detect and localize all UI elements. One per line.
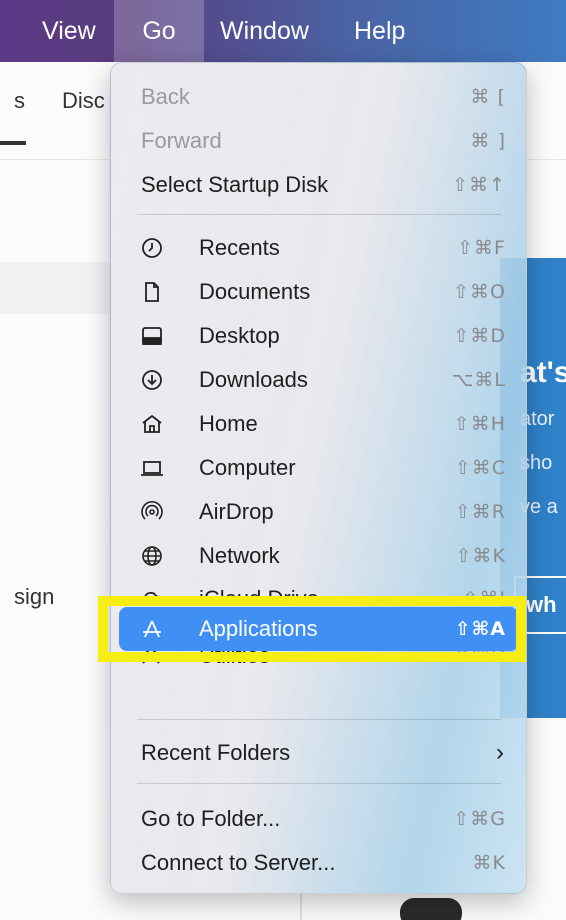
clock-icon [139,235,165,261]
menu-item-connect-to-server[interactable]: Connect to Server... ⌘K [119,841,518,885]
menu-item-shortcut: ⇧⌘R [454,501,506,523]
menu-item-shortcut: ⇧⌘O [453,281,506,303]
airdrop-icon [139,499,165,525]
tab-underline [0,141,26,145]
menu-item-label: Recents [199,235,280,260]
laptop-icon [139,455,165,481]
menu-item-airdrop[interactable]: AirDrop ⇧⌘R [119,490,518,534]
menu-item-shortcut: ⇧⌘H [453,413,506,435]
menubar-item-window[interactable]: Window [208,0,321,62]
menu-item-recent-folders[interactable]: Recent Folders › [119,731,518,775]
menu-item-downloads[interactable]: Downloads ⌥⌘L [119,358,518,402]
menu-item-label: Recent Folders [141,740,291,765]
menu-item-label: Go to Folder... [141,806,281,831]
menu-item-label: Home [199,411,258,436]
menu-item-shortcut: ⇧⌘G [453,808,506,830]
menu-item-shortcut: ⇧⌘↑ [452,174,506,196]
menu-item-label: Desktop [199,323,280,348]
home-icon [139,411,165,437]
menu-item-documents[interactable]: Documents ⇧⌘O [119,270,518,314]
menubar-item-help[interactable]: Help [342,0,417,62]
menu-item-label: AirDrop [199,499,274,524]
menu-item-label: Documents [199,279,311,304]
menu-item-forward[interactable]: Forward ⌘ ] [119,119,518,163]
background-text: sign [14,584,55,609]
menu-item-label: Downloads [199,367,308,392]
menu-item-home[interactable]: Home ⇧⌘H [119,402,518,446]
menu-bar: View Go Window Help [0,0,566,62]
menu-item-shortcut: ⌘ ] [470,130,506,152]
menu-separator [137,783,501,784]
menubar-item-go[interactable]: Go [114,0,204,62]
globe-icon [139,543,165,569]
menu-item-label: Computer [199,455,296,480]
menu-item-network[interactable]: Network ⇧⌘K [119,534,518,578]
menu-separator [137,214,501,215]
menu-item-computer[interactable]: Computer ⇧⌘C [119,446,518,490]
menu-item-select-startup-disk[interactable]: Select Startup Disk ⇧⌘↑ [119,163,518,207]
menu-item-label: Connect to Server... [141,850,336,875]
menu-item-shortcut: ⇧⌘C [454,457,506,479]
menu-item-back[interactable]: Back ⌘ [ [119,75,518,119]
chevron-right-icon: › [496,739,504,766]
menu-item-desktop[interactable]: Desktop ⇧⌘D [119,314,518,358]
menu-item-label: Select Startup Disk [141,172,329,197]
menu-item-shortcut: ⌘K [472,852,506,874]
desktop-icon [139,323,165,349]
background-tab[interactable]: s [14,88,25,114]
go-menu: Back ⌘ [ Forward ⌘ ] Select Startup Disk… [110,62,527,894]
background-tab[interactable]: Disc [62,88,105,114]
menubar-item-view[interactable]: View [30,0,108,62]
download-icon [139,367,165,393]
screen: s Disc sign at's ator sho ve a wh View G… [0,0,566,920]
menu-item-shortcut: ⇧⌘D [453,325,506,347]
menu-item-label: Network [199,543,280,568]
background-button[interactable] [400,898,462,920]
menu-item-shortcut: ⇧⌘F [457,237,506,259]
menu-item-shortcut: ⌥⌘L [451,369,506,391]
menu-item-go-to-folder[interactable]: Go to Folder... ⇧⌘G [119,797,518,841]
menu-item-recents[interactable]: Recents ⇧⌘F [119,226,518,270]
annotation-highlight-box [98,596,526,662]
menu-item-shortcut: ⌘ [ [470,86,506,108]
document-icon [139,279,165,305]
menu-separator [137,719,501,720]
menu-item-label: Back [141,84,190,109]
menu-item-label: Forward [141,128,222,153]
menu-item-shortcut: ⇧⌘K [455,545,506,567]
